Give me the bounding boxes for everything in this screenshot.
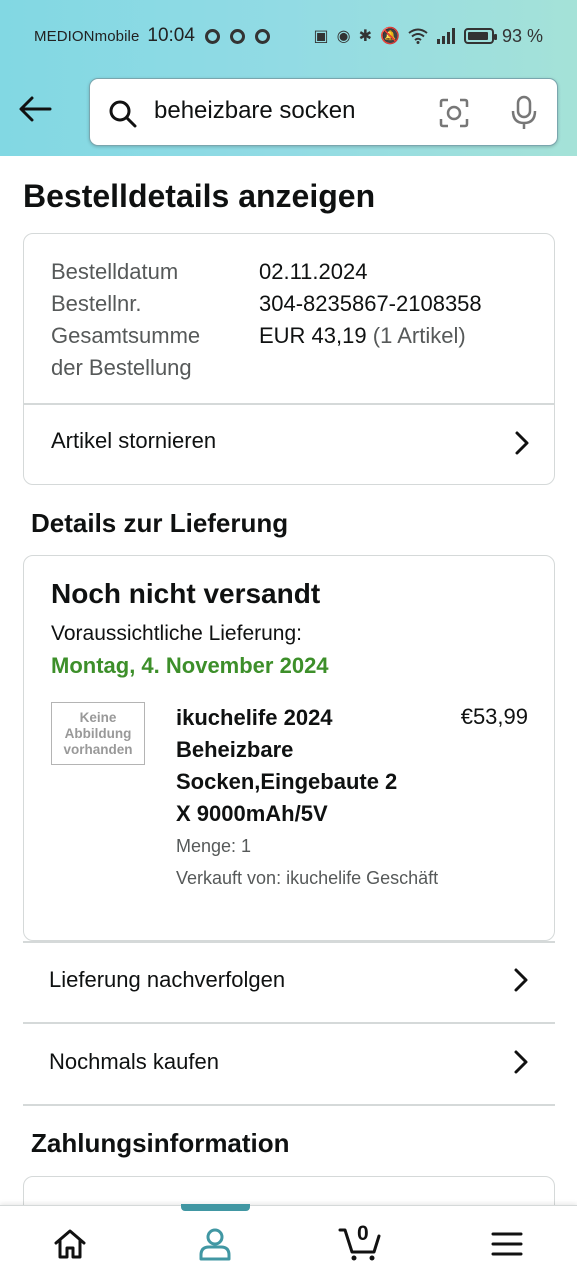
chevron-right-icon bbox=[515, 431, 529, 455]
battery-percent: 93 % bbox=[501, 25, 543, 46]
account-icon bbox=[199, 1228, 231, 1260]
divider bbox=[23, 1104, 555, 1106]
shipment-status: Noch nicht versandt bbox=[51, 578, 321, 609]
order-total-amount: EUR 43,19 bbox=[259, 323, 367, 348]
camera-search-icon[interactable] bbox=[438, 97, 470, 129]
delivery-eta-date: Montag, 4. November 2024 bbox=[51, 653, 329, 678]
wifi-icon bbox=[408, 28, 428, 44]
cart-count-badge: 0 bbox=[357, 1222, 369, 1245]
product-seller: Verkauft von: ikuchelife Geschäft bbox=[176, 868, 439, 888]
bottom-navigation bbox=[0, 1205, 577, 1280]
app-header: MEDIONmobile 10:04 ▣ ◉ ✱ 🔕 93 % beheizba… bbox=[0, 0, 577, 156]
bluetooth-icon: ✱ bbox=[358, 28, 373, 45]
menu-icon bbox=[491, 1232, 523, 1255]
nav-menu[interactable] bbox=[467, 1206, 547, 1280]
chrome-notification-icon bbox=[204, 28, 220, 44]
back-button[interactable] bbox=[16, 90, 56, 130]
page-title: Bestelldetails anzeigen bbox=[23, 178, 376, 214]
nfc-icon: ▣ bbox=[313, 28, 329, 45]
product-quantity: Menge: 1 bbox=[176, 836, 252, 856]
cancel-items-link[interactable]: Artikel stornieren bbox=[24, 404, 554, 484]
signal-icon bbox=[436, 28, 455, 44]
product-title-link[interactable]: ikuchelife 2024 Beheizbare Socken,Eingeb… bbox=[176, 702, 406, 830]
chevron-right-icon bbox=[514, 968, 528, 992]
product-image-placeholder[interactable]: Keine Abbildung vorhanden bbox=[51, 702, 145, 765]
active-tab-indicator bbox=[181, 1204, 250, 1211]
battery-icon bbox=[463, 28, 497, 44]
search-bar[interactable]: beheizbare socken bbox=[89, 78, 558, 146]
order-total-items: (1 Artikel) bbox=[372, 323, 466, 348]
microphone-icon[interactable] bbox=[510, 95, 538, 131]
battery-level bbox=[467, 32, 488, 40]
track-package-link[interactable]: Lieferung nachverfolgen bbox=[23, 943, 555, 1023]
nav-home[interactable] bbox=[30, 1206, 110, 1280]
divider bbox=[23, 1022, 555, 1024]
order-total-label-line1: Gesamtsumme bbox=[51, 323, 201, 348]
chrome-notification-icon bbox=[229, 28, 245, 44]
no-image-text: Keine Abbildung vorhanden bbox=[63, 709, 133, 757]
chevron-right-icon bbox=[514, 1050, 528, 1074]
carrier-name: MEDIONmobile bbox=[34, 27, 140, 45]
back-arrow-icon bbox=[19, 96, 52, 122]
delivery-section-title: Details zur Lieferung bbox=[31, 508, 289, 538]
cancel-items-label: Artikel stornieren bbox=[51, 428, 217, 453]
clock: 10:04 bbox=[147, 25, 195, 46]
order-total-label: Gesamtsumme der Bestellung bbox=[51, 320, 200, 384]
buy-again-link[interactable]: Nochmals kaufen bbox=[23, 1025, 555, 1105]
shipment-card: Noch nicht versandt Voraussichtliche Lie… bbox=[23, 555, 555, 941]
payment-section-title: Zahlungsinformation bbox=[31, 1128, 290, 1158]
status-bar: MEDIONmobile 10:04 ▣ ◉ ✱ 🔕 93 % bbox=[0, 18, 577, 54]
order-number-value: 304-8235867-2108358 bbox=[259, 291, 482, 316]
mute-icon: 🔕 bbox=[380, 28, 400, 45]
product-price: €53,99 bbox=[460, 704, 528, 729]
search-icon bbox=[109, 100, 137, 128]
order-total-value: EUR 43,19 (1 Artikel) bbox=[259, 320, 466, 352]
order-total-label-line2: der Bestellung bbox=[51, 355, 192, 380]
home-icon bbox=[54, 1229, 86, 1258]
order-number-label: Bestellnr. bbox=[51, 291, 142, 316]
delivery-eta-label: Voraussichtliche Lieferung: bbox=[51, 622, 302, 645]
order-summary-card: Bestelldatum 02.11.2024 Bestellnr. 304-8… bbox=[23, 233, 555, 485]
buy-again-label: Nochmals kaufen bbox=[49, 1049, 219, 1074]
search-input[interactable]: beheizbare socken bbox=[154, 97, 355, 125]
order-date-value: 02.11.2024 bbox=[259, 259, 368, 284]
order-date-label: Bestelldatum bbox=[51, 259, 179, 284]
alarm-icon: ◉ bbox=[336, 28, 351, 45]
chrome-notification-icon bbox=[254, 28, 270, 44]
nav-account[interactable] bbox=[175, 1206, 255, 1280]
track-package-label: Lieferung nachverfolgen bbox=[49, 967, 286, 992]
